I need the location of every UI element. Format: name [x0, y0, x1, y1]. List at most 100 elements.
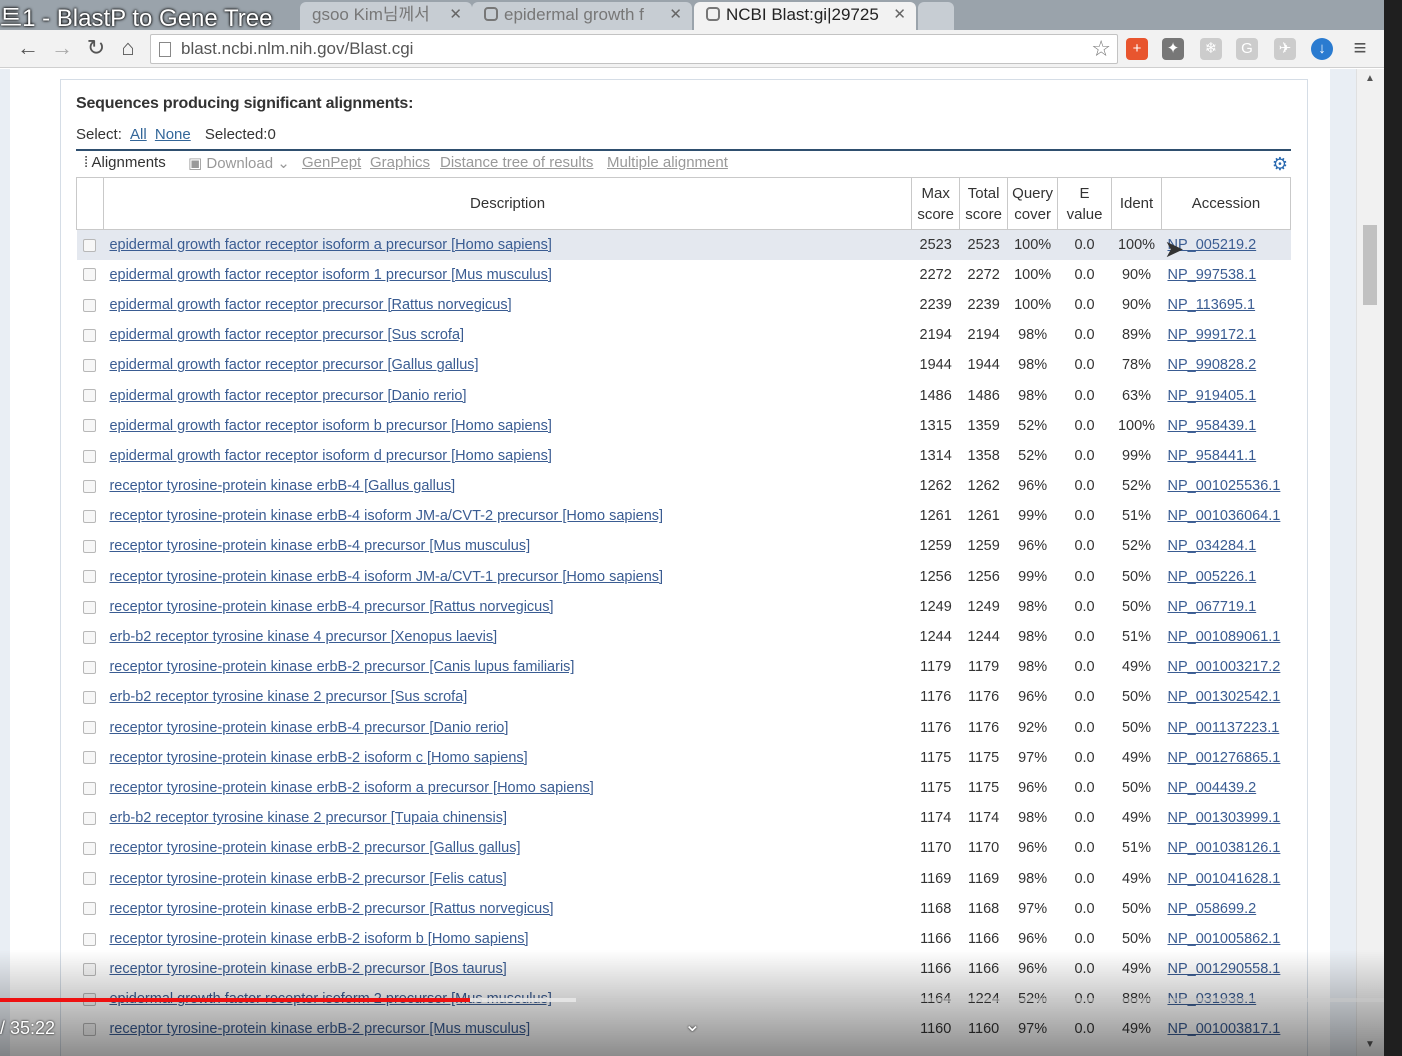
description-link[interactable]: epidermal growth factor receptor precurs… [109, 297, 511, 313]
header-max-score[interactable]: Max score [911, 177, 961, 230]
row-checkbox[interactable] [83, 630, 97, 644]
row-checkbox[interactable] [83, 872, 97, 886]
header-query-cover[interactable]: Query cover [1007, 177, 1059, 230]
row-checkbox[interactable] [83, 600, 97, 614]
extension-puzzle-icon[interactable]: ✦ [1162, 38, 1184, 60]
description-link[interactable]: epidermal growth factor receptor isoform… [109, 418, 551, 434]
genpept-link[interactable]: GenPept [302, 154, 361, 171]
description-link[interactable]: receptor tyrosine-protein kinase erbB-2 … [109, 901, 553, 917]
description-link[interactable]: epidermal growth factor receptor isoform… [109, 448, 551, 464]
description-link[interactable]: epidermal growth factor receptor isoform… [109, 267, 551, 283]
accession-link[interactable]: NP_034284.1 [1167, 538, 1256, 554]
scroll-up-icon[interactable]: ▲ [1365, 73, 1375, 84]
accession-link[interactable]: NP_001038126.1 [1167, 840, 1280, 856]
tab-3-active[interactable]: NCBI Blast:gi|29725 ✕ [694, 2, 916, 30]
alignments-button[interactable]: ⁞ Alignments [84, 154, 166, 171]
header-description[interactable]: Description [102, 177, 913, 230]
accession-link[interactable]: NP_113695.1 [1167, 297, 1255, 313]
back-arrow-icon[interactable]: ← [14, 34, 42, 62]
row-checkbox[interactable] [83, 902, 97, 916]
header-evalue[interactable]: Evalue [1057, 177, 1113, 230]
row-checkbox[interactable] [83, 449, 97, 463]
header-total-score[interactable]: Total score [959, 177, 1009, 230]
accession-link[interactable]: NP_001137223.1 [1167, 720, 1279, 736]
accession-link[interactable]: NP_001089061.1 [1167, 629, 1280, 645]
chevron-down-icon[interactable]: ⌄ [684, 1012, 701, 1037]
forward-arrow-icon[interactable]: → [48, 34, 76, 62]
accession-link[interactable]: NP_001303999.1 [1167, 810, 1280, 826]
tab-1[interactable]: gsoo Kim님께서 ✕ [300, 2, 472, 30]
accession-link[interactable]: NP_958441.1 [1167, 448, 1256, 464]
description-link[interactable]: epidermal growth factor receptor precurs… [109, 388, 466, 404]
description-link[interactable]: receptor tyrosine-protein kinase erbB-4 … [109, 569, 663, 585]
description-link[interactable]: erb-b2 receptor tyrosine kinase 4 precur… [109, 629, 497, 645]
accession-link[interactable]: NP_001302542.1 [1167, 689, 1280, 705]
extension-settings-icon[interactable]: ❄ [1200, 38, 1222, 60]
accession-link[interactable]: NP_001276865.1 [1167, 750, 1280, 766]
row-checkbox[interactable] [83, 811, 97, 825]
row-checkbox[interactable] [83, 268, 97, 282]
row-checkbox[interactable] [83, 359, 97, 373]
vertical-scrollbar[interactable]: ▲ ▼ [1356, 69, 1384, 1056]
close-icon[interactable]: ✕ [669, 2, 682, 28]
description-link[interactable]: receptor tyrosine-protein kinase erbB-2 … [109, 659, 574, 675]
row-checkbox[interactable] [83, 479, 97, 493]
description-link[interactable]: receptor tyrosine-protein kinase erbB-4 … [109, 720, 508, 736]
graphics-link[interactable]: Graphics [370, 154, 430, 171]
description-link[interactable]: receptor tyrosine-protein kinase erbB-2 … [109, 780, 593, 796]
header-ident[interactable]: Ident [1111, 177, 1162, 230]
description-link[interactable]: epidermal growth factor receptor isoform… [109, 237, 551, 253]
extension-g-icon[interactable]: G [1236, 38, 1258, 60]
row-checkbox[interactable] [83, 540, 97, 554]
address-bar[interactable]: blast.ncbi.nlm.nih.gov/Blast.cgi ☆ [150, 34, 1118, 64]
row-checkbox[interactable] [83, 298, 97, 312]
accession-link[interactable]: NP_067719.1 [1167, 599, 1256, 615]
description-link[interactable]: receptor tyrosine-protein kinase erbB-4 … [109, 508, 663, 524]
row-checkbox[interactable] [83, 419, 97, 433]
accession-link[interactable]: NP_001025536.1 [1167, 478, 1280, 494]
description-link[interactable]: erb-b2 receptor tyrosine kinase 2 precur… [109, 810, 507, 826]
description-link[interactable]: erb-b2 receptor tyrosine kinase 2 precur… [109, 689, 467, 705]
accession-link[interactable]: NP_001003217.2 [1167, 659, 1280, 675]
row-checkbox[interactable] [83, 721, 97, 735]
row-checkbox[interactable] [83, 751, 97, 765]
row-checkbox[interactable] [83, 509, 97, 523]
extension-plus-icon[interactable]: + [1126, 38, 1148, 60]
select-none-link[interactable]: None [155, 126, 191, 143]
gear-icon[interactable]: ⚙ [1272, 154, 1288, 175]
new-tab-button[interactable] [918, 2, 954, 30]
bookmark-star-icon[interactable]: ☆ [1091, 36, 1111, 62]
scrollbar-thumb[interactable] [1363, 225, 1377, 305]
accession-link[interactable]: NP_990828.2 [1167, 357, 1256, 373]
accession-link[interactable]: NP_919405.1 [1167, 388, 1256, 404]
close-icon[interactable]: ✕ [893, 2, 906, 28]
description-link[interactable]: receptor tyrosine-protein kinase erbB-2 … [109, 840, 520, 856]
accession-link[interactable]: NP_058699.2 [1167, 901, 1256, 917]
row-checkbox[interactable] [83, 691, 97, 705]
accession-link[interactable]: NP_004439.2 [1167, 780, 1256, 796]
description-link[interactable]: epidermal growth factor receptor precurs… [109, 357, 478, 373]
description-link[interactable]: receptor tyrosine-protein kinase erbB-2 … [109, 931, 528, 947]
extension-bird-icon[interactable]: ✈ [1274, 38, 1296, 60]
reload-icon[interactable]: ↻ [82, 34, 110, 62]
row-checkbox[interactable] [83, 781, 97, 795]
accession-link[interactable]: NP_005226.1 [1167, 569, 1256, 585]
accession-link[interactable]: NP_997538.1 [1167, 267, 1256, 283]
download-button[interactable]: ▣ Download ⌄ [188, 154, 290, 172]
download-icon[interactable]: ↓ [1311, 38, 1333, 60]
accession-link[interactable]: NP_999172.1 [1167, 327, 1256, 343]
row-checkbox[interactable] [83, 660, 97, 674]
description-link[interactable]: receptor tyrosine-protein kinase erbB-4 … [109, 478, 455, 494]
accession-link[interactable]: NP_001005862.1 [1167, 931, 1280, 947]
header-accession[interactable]: Accession [1160, 177, 1292, 230]
home-icon[interactable]: ⌂ [114, 34, 142, 62]
tab-2[interactable]: epidermal growth f ✕ [472, 2, 692, 30]
accession-link[interactable]: NP_001041628.1 [1167, 871, 1280, 887]
description-link[interactable]: receptor tyrosine-protein kinase erbB-2 … [109, 871, 506, 887]
menu-icon[interactable]: ≡ [1346, 34, 1374, 62]
description-link[interactable]: epidermal growth factor receptor precurs… [109, 327, 464, 343]
close-icon[interactable]: ✕ [449, 2, 462, 28]
select-all-link[interactable]: All [130, 126, 147, 143]
description-link[interactable]: receptor tyrosine-protein kinase erbB-4 … [109, 599, 553, 615]
description-link[interactable]: receptor tyrosine-protein kinase erbB-4 … [109, 538, 530, 554]
